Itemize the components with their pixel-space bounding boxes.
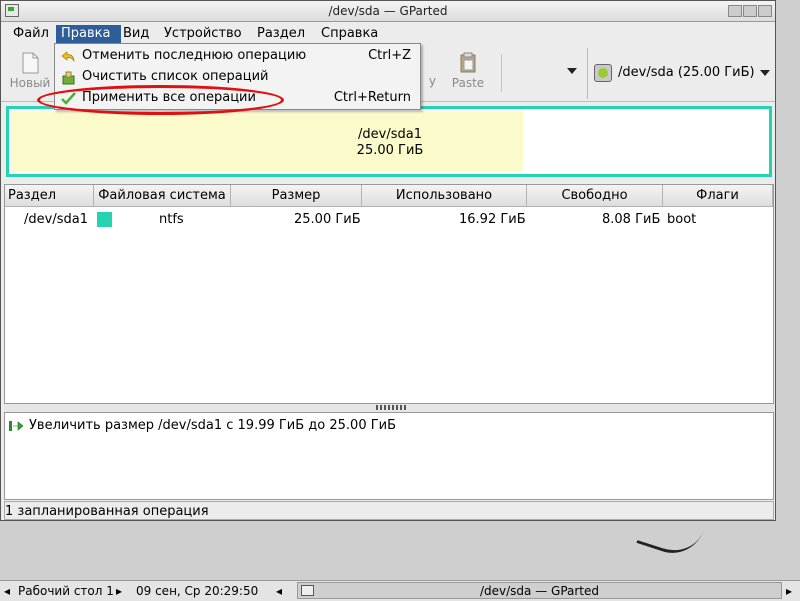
window-title: /dev/sda — GParted [328,4,448,18]
column-header-flags[interactable]: Флаги [663,185,773,207]
device-selector[interactable]: /dev/sda (25.00 ГиБ) [587,48,776,99]
column-header-partition[interactable]: Раздел [5,185,94,207]
menu-edit[interactable]: Правка [56,25,121,43]
taskbar-scroll-left-icon[interactable]: ◂ [276,584,282,598]
taskbar: ◂ Рабочий стол 1 ▸ 09 сен, Ср 20:29:50 ◂… [0,580,800,601]
row-size: 25.00 ГиБ [294,212,361,227]
disk-map-size-label: 25.00 ГиБ [356,143,424,158]
column-header-filesystem[interactable]: Файловая система [94,185,231,207]
maximize-button[interactable] [743,5,757,17]
row-flags: boot [667,212,697,227]
task-title: /dev/sda — GParted [479,584,600,598]
menu-partition[interactable]: Раздел [257,25,312,43]
clear-icon [62,71,75,85]
menu-item-shortcut: Ctrl+Return [333,90,411,105]
title-bar[interactable]: /dev/sda — GParted [1,1,775,22]
minimize-button[interactable] [728,5,742,17]
menu-view[interactable]: Вид [123,25,155,43]
filesystem-color-swatch [97,212,112,227]
annotation-ellipse [37,85,284,115]
menu-item-clear[interactable]: Очистить список операций [56,67,419,88]
copy-button-label: y [428,74,436,88]
menu-item-undo[interactable]: Отменить последнюю операцию Ctrl+Z [56,46,419,67]
menu-bar: Файл Правка Вид Устройство Раздел Справк… [1,22,775,44]
menu-help[interactable]: Справка [321,25,381,43]
new-partition-button[interactable]: Новый [3,50,57,98]
partition-table: Раздел Файловая система Размер Использов… [4,184,774,404]
new-button-label: Новый [9,76,51,90]
status-bar: 1 запланированная операция [4,501,774,520]
desktop-switcher[interactable]: Рабочий стол 1 [18,584,114,598]
taskbar-clock: 09 сен, Ср 20:29:50 [136,584,259,598]
desktop-switcher-right-icon[interactable]: ▸ [116,584,122,598]
menu-file[interactable]: Файл [11,25,51,43]
splitter-grip[interactable] [376,405,408,410]
operation-text: Увеличить размер /dev/sda1 с 19.99 ГиБ д… [29,418,397,433]
row-partition: /dev/sda1 [24,212,88,227]
taskbar-scroll-right-icon[interactable]: ▸ [786,584,792,598]
resize-arrow-icon [9,421,23,431]
column-header-size[interactable]: Размер [231,185,362,207]
row-free: 8.08 ГиБ [602,212,661,227]
pending-operations-list: Увеличить размер /dev/sda1 с 19.99 ГиБ д… [4,412,774,500]
menu-item-shortcut: Ctrl+Z [368,48,411,63]
paste-button[interactable]: Paste [441,50,495,98]
desktop-switcher-left-icon[interactable]: ◂ [4,584,10,598]
row-used: 16.92 ГиБ [459,212,526,227]
taskbar-task-gparted[interactable]: /dev/sda — GParted [297,582,782,599]
disk-map-partition-label: /dev/sda1 [358,127,422,142]
menu-item-label: Отменить последнюю операцию [82,48,307,63]
new-document-icon [22,52,39,74]
hard-disk-icon [594,64,612,82]
paste-button-label: Paste [451,76,485,90]
undo-icon [61,51,75,62]
column-header-used[interactable]: Использовано [362,185,527,207]
pane-splitter[interactable] [4,404,774,412]
disk-map[interactable]: /dev/sda1 25.00 ГиБ [6,106,772,177]
chevron-down-icon[interactable] [760,70,770,76]
menu-device[interactable]: Устройство [164,25,249,43]
close-button[interactable] [758,5,772,17]
column-header-free[interactable]: Свободно [527,185,663,207]
toolbar-overflow-arrow[interactable] [567,68,577,74]
row-filesystem: ntfs [159,212,184,227]
menu-item-label: Очистить список операций [82,69,269,84]
toolbar-separator [501,54,502,92]
device-selector-label: /dev/sda (25.00 ГиБ) [618,65,755,80]
paste-icon [460,52,476,73]
